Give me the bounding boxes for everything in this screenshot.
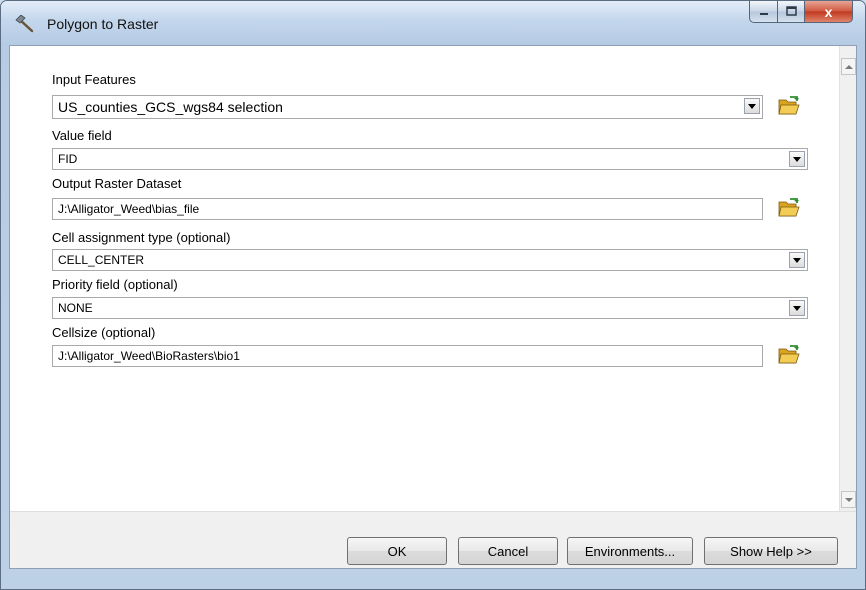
value-field-label: Value field — [52, 128, 112, 143]
cancel-button[interactable]: Cancel — [458, 537, 558, 565]
chevron-down-icon[interactable] — [789, 151, 805, 167]
output-raster-input[interactable]: J:\Alligator_Weed\bias_file — [52, 198, 763, 220]
cellsize-label: Cellsize (optional) — [52, 325, 156, 340]
value-field-value: FID — [58, 152, 78, 166]
dialog-window: Polygon to Raster x Input Features US_co… — [0, 0, 866, 590]
chevron-down-icon[interactable] — [789, 252, 805, 268]
priority-field-label: Priority field (optional) — [52, 277, 178, 292]
dialog-footer: OK Cancel Environments... Show Help >> — [10, 511, 856, 568]
minimize-icon — [759, 4, 769, 19]
chevron-down-icon[interactable] — [789, 300, 805, 316]
ok-button[interactable]: OK — [347, 537, 447, 565]
tool-parameters-panel: Input Features US_counties_GCS_wgs84 sel… — [9, 45, 857, 569]
folder-open-icon — [778, 197, 800, 221]
priority-field-combo[interactable]: NONE — [52, 297, 808, 319]
scroll-down-button[interactable] — [841, 491, 856, 508]
arrow-down-icon — [844, 497, 853, 502]
minimize-button[interactable] — [749, 1, 778, 23]
title-bar[interactable]: Polygon to Raster x — [1, 1, 865, 45]
value-field-combo[interactable]: FID — [52, 148, 808, 170]
folder-open-icon — [778, 95, 800, 119]
cell-assignment-label: Cell assignment type (optional) — [52, 230, 231, 245]
vertical-scrollbar[interactable] — [839, 46, 856, 511]
cell-assignment-value: CELL_CENTER — [58, 253, 145, 267]
input-features-label: Input Features — [52, 72, 136, 87]
show-help-button[interactable]: Show Help >> — [704, 537, 838, 565]
close-button[interactable]: x — [805, 1, 853, 23]
output-raster-browse-button[interactable] — [776, 196, 802, 222]
input-features-browse-button[interactable] — [776, 94, 802, 120]
input-features-combo[interactable]: US_counties_GCS_wgs84 selection — [52, 95, 763, 119]
priority-field-value: NONE — [58, 301, 93, 315]
cellsize-browse-button[interactable] — [776, 343, 802, 369]
output-raster-value: J:\Alligator_Weed\bias_file — [58, 202, 200, 216]
cellsize-value: J:\Alligator_Weed\BioRasters\bio1 — [58, 349, 240, 363]
arrow-up-icon — [844, 64, 853, 69]
folder-open-icon — [778, 344, 800, 368]
scroll-up-button[interactable] — [841, 58, 856, 75]
window-title: Polygon to Raster — [47, 16, 159, 32]
cellsize-input[interactable]: J:\Alligator_Weed\BioRasters\bio1 — [52, 345, 763, 367]
environments-button[interactable]: Environments... — [567, 537, 693, 565]
output-raster-label: Output Raster Dataset — [52, 176, 182, 191]
close-icon: x — [824, 3, 833, 20]
input-features-value: US_counties_GCS_wgs84 selection — [58, 99, 283, 115]
cell-assignment-combo[interactable]: CELL_CENTER — [52, 249, 808, 271]
chevron-down-icon[interactable] — [744, 98, 760, 114]
maximize-button[interactable] — [778, 1, 805, 23]
maximize-icon — [785, 4, 797, 19]
caption-buttons: x — [749, 1, 853, 25]
hammer-icon — [15, 14, 37, 33]
